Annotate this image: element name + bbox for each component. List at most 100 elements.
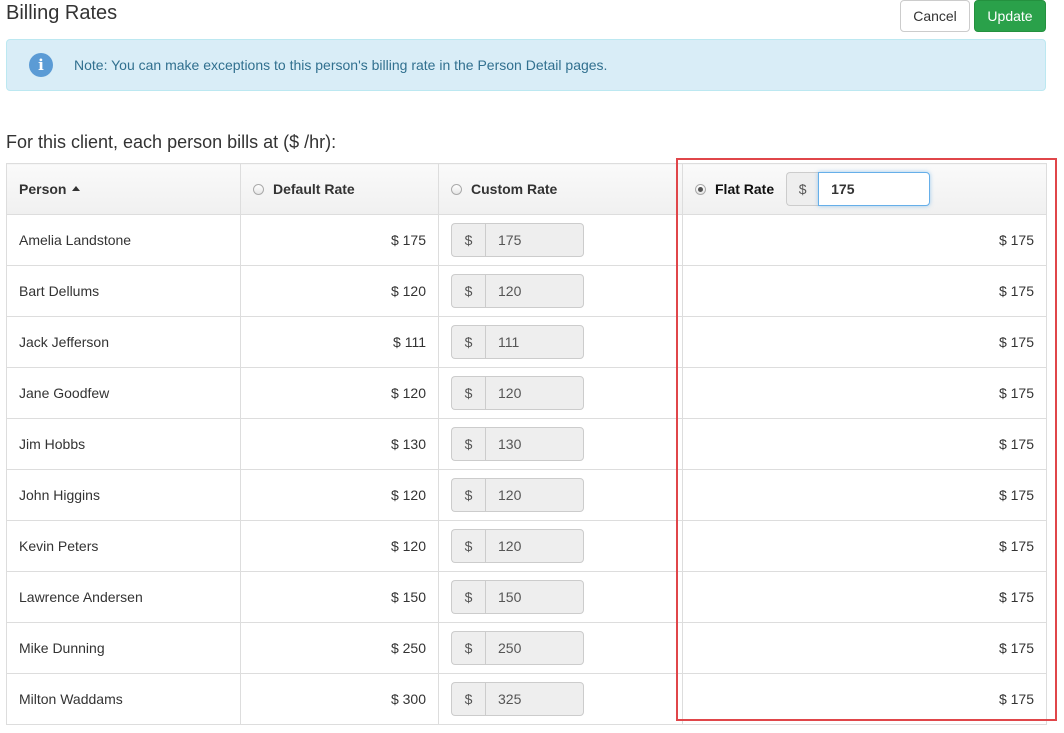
person-name-cell: Jim Hobbs [6,418,241,470]
flat-rate-value: $ 175 [998,385,1034,401]
custom-rate-input-group: $ [451,478,584,512]
flat-rate-cell: $ 175 [682,673,1047,725]
table-row: Jim Hobbs $ 130 $ $ 175 [6,418,1047,470]
flat-rate-value: $ 175 [998,232,1034,248]
flat-rate-currency-addon: $ [786,172,819,206]
person-name: Milton Waddams [19,691,123,707]
table-header-row: Person Default Rate Custom Rate Flat Rat… [6,163,1047,215]
person-name: Jack Jefferson [19,334,110,350]
update-button[interactable]: Update [974,0,1046,32]
column-header-custom-rate: Custom Rate [438,163,683,215]
custom-rate-input-group: $ [451,427,584,461]
table-row: Lawrence Andersen $ 150 $ $ 175 [6,571,1047,623]
person-name-cell: John Higgins [6,469,241,521]
person-name: John Higgins [19,487,100,503]
custom-rate-cell: $ [438,469,683,521]
person-name: Kevin Peters [19,538,99,554]
custom-rate-input[interactable] [485,529,584,563]
table-row: Jane Goodfew $ 120 $ $ 175 [6,367,1047,419]
person-name: Jane Goodfew [19,385,110,401]
default-rate-cell: $ 111 [240,316,439,368]
custom-rate-input[interactable] [485,223,584,257]
person-name: Mike Dunning [19,640,105,656]
custom-rate-input[interactable] [485,682,584,716]
custom-rate-input-group: $ [451,682,584,716]
table-row: Milton Waddams $ 300 $ $ 175 [6,673,1047,725]
custom-rate-currency-addon: $ [451,223,485,257]
custom-rate-currency-addon: $ [451,478,485,512]
column-header-person[interactable]: Person [6,163,241,215]
custom-rate-currency-addon: $ [451,682,485,716]
flat-rate-radio[interactable] [695,183,706,195]
person-name-cell: Jack Jefferson [6,316,241,368]
default-rate-value: $ 120 [390,385,426,401]
custom-rate-input[interactable] [485,631,584,665]
custom-rate-input-group: $ [451,223,584,257]
column-header-person-label: Person [19,181,67,197]
custom-rate-cell: $ [438,367,683,419]
flat-rate-value: $ 175 [998,691,1034,707]
custom-rate-currency-addon: $ [451,529,485,563]
default-rate-cell: $ 130 [240,418,439,470]
flat-rate-value: $ 175 [998,538,1034,554]
custom-rate-cell: $ [438,316,683,368]
person-name: Amelia Landstone [19,232,132,248]
default-rate-value: $ 175 [390,232,426,248]
custom-rate-currency-addon: $ [451,376,485,410]
flat-rate-value: $ 175 [998,334,1034,350]
default-rate-cell: $ 120 [240,469,439,521]
table-row: Jack Jefferson $ 111 $ $ 175 [6,316,1047,368]
custom-rate-currency-addon: $ [451,274,485,308]
person-name-cell: Bart Dellums [6,265,241,317]
info-alert: i Note: You can make exceptions to this … [6,39,1046,91]
person-name-cell: Mike Dunning [6,622,241,674]
default-rate-value: $ 120 [390,283,426,299]
cancel-button[interactable]: Cancel [900,0,970,32]
custom-rate-input-group: $ [451,529,584,563]
table-row: Kevin Peters $ 120 $ $ 175 [6,520,1047,572]
default-rate-cell: $ 300 [240,673,439,725]
flat-rate-label: Flat Rate [715,181,775,197]
default-rate-radio[interactable] [253,183,264,195]
custom-rate-input[interactable] [485,274,584,308]
custom-rate-input[interactable] [485,427,584,461]
flat-rate-input[interactable] [818,172,931,206]
person-name: Bart Dellums [19,283,100,299]
person-name: Jim Hobbs [19,436,86,452]
custom-rate-input[interactable] [485,478,584,512]
default-rate-value: $ 120 [390,538,426,554]
default-rate-value: $ 150 [390,589,426,605]
custom-rate-radio[interactable] [451,183,462,195]
column-header-flat-rate: Flat Rate $ [682,163,1047,215]
alert-text: Note: You can make exceptions to this pe… [74,57,608,73]
custom-rate-input[interactable] [485,376,584,410]
default-rate-value: $ 120 [390,487,426,503]
person-name-cell: Kevin Peters [6,520,241,572]
flat-rate-value: $ 175 [998,487,1034,503]
custom-rate-cell: $ [438,520,683,572]
default-rate-cell: $ 120 [240,265,439,317]
default-rate-value: $ 130 [390,436,426,452]
person-name-cell: Milton Waddams [6,673,241,725]
default-rate-value: $ 111 [393,334,426,350]
custom-rate-input[interactable] [485,325,584,359]
sort-ascending-icon [72,186,81,191]
rates-subtitle: For this client, each person bills at ($… [6,132,337,152]
default-rate-cell: $ 120 [240,520,439,572]
default-rate-cell: $ 120 [240,367,439,419]
flat-rate-cell: $ 175 [682,418,1047,470]
flat-rate-cell: $ 175 [682,367,1047,419]
flat-rate-input-group: $ [786,172,931,206]
custom-rate-input[interactable] [485,580,584,614]
flat-rate-value: $ 175 [998,283,1034,299]
custom-rate-currency-addon: $ [451,325,485,359]
person-name-cell: Jane Goodfew [6,367,241,419]
flat-rate-cell: $ 175 [682,520,1047,572]
custom-rate-cell: $ [438,571,683,623]
default-rate-cell: $ 250 [240,622,439,674]
default-rate-label: Default Rate [273,181,355,197]
table-row: Bart Dellums $ 120 $ $ 175 [6,265,1047,317]
custom-rate-cell: $ [438,673,683,725]
custom-rate-label: Custom Rate [471,181,558,197]
person-name: Lawrence Andersen [19,589,143,605]
